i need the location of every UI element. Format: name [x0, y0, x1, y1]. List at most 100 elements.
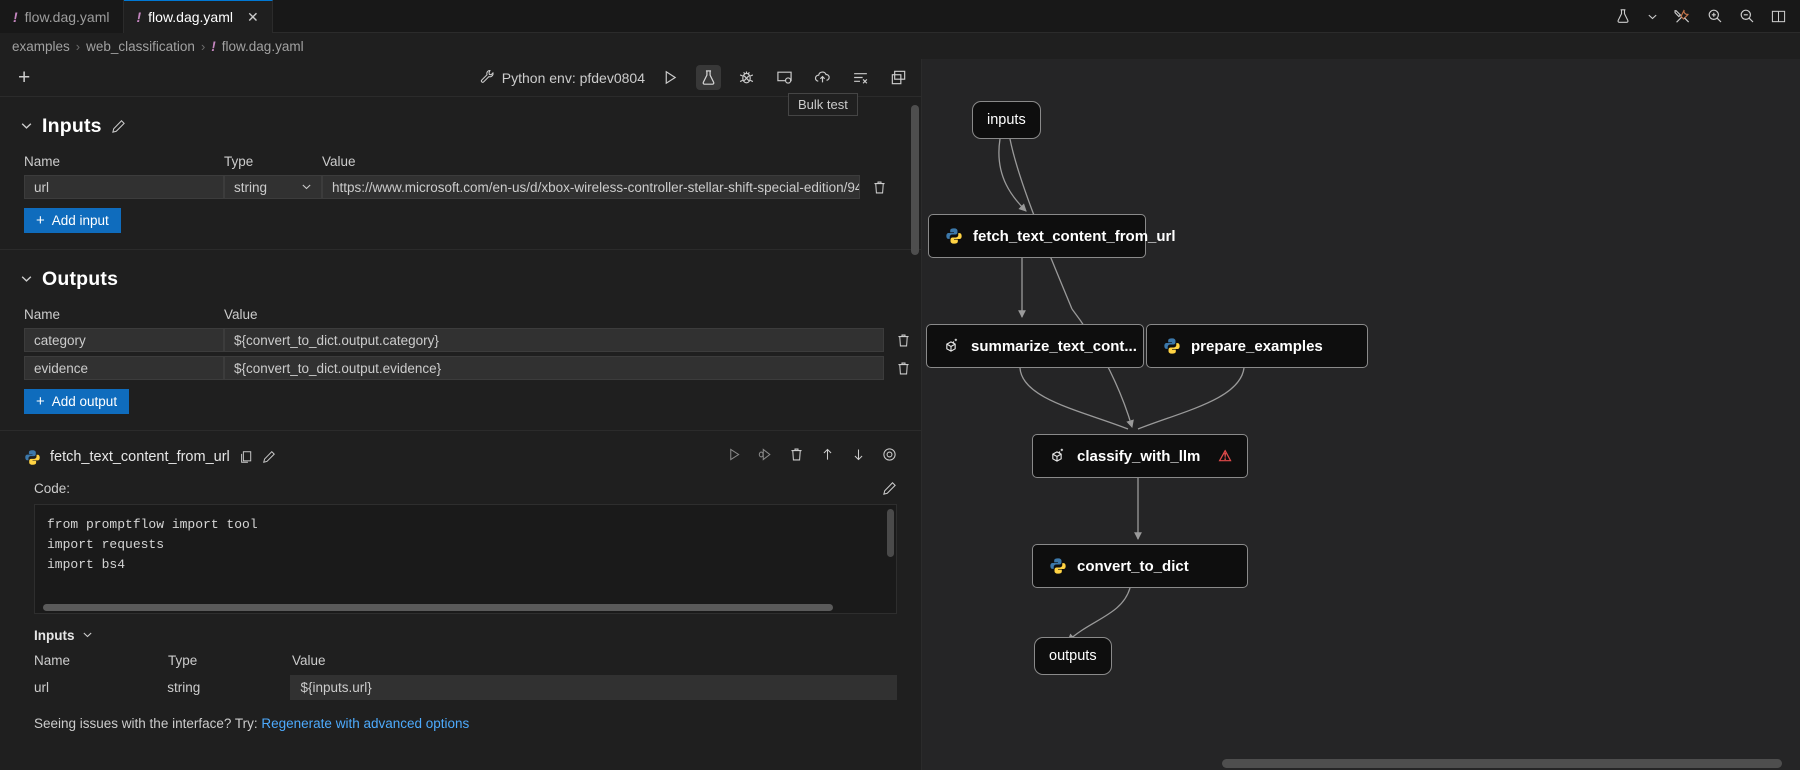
node-inputs-col-type: Type: [168, 653, 292, 668]
code-vertical-scrollbar[interactable]: [887, 509, 894, 557]
input-type-select[interactable]: string: [224, 175, 322, 199]
output-value-field[interactable]: ${convert_to_dict.output.evidence}: [224, 356, 884, 380]
editor-tab-label: flow.dag.yaml: [148, 9, 233, 25]
node-inputs-col-name: Name: [34, 653, 168, 668]
outputs-column-headers: Name Value: [0, 297, 921, 326]
node-inputs-header[interactable]: Inputs: [20, 614, 897, 645]
code-content: from promptflow import tool import reque…: [35, 505, 896, 614]
edit-code-pencil-icon[interactable]: [882, 481, 897, 496]
code-editor[interactable]: from promptflow import tool import reque…: [34, 504, 897, 614]
python-env-selector[interactable]: Python env: pfdev0804: [480, 69, 645, 87]
node-input-value-field[interactable]: ${inputs.url}: [290, 675, 897, 700]
flask-bulk-test-icon[interactable]: [696, 65, 721, 90]
chevron-down-icon[interactable]: [20, 119, 33, 135]
graph-node-fetch-text-content-from-url[interactable]: fetch_text_content_from_url: [928, 214, 1146, 258]
graph-node-classify-with-llm[interactable]: classify_with_llm ⚠: [1032, 434, 1248, 478]
target-icon[interactable]: [882, 447, 897, 467]
cloud-upload-icon[interactable]: [810, 65, 835, 90]
graph-node-label: classify_with_llm: [1077, 448, 1200, 465]
zoom-out-icon[interactable]: [1739, 8, 1755, 24]
edit-pencil-icon[interactable]: [262, 450, 276, 464]
add-node-button[interactable]: +: [10, 67, 38, 88]
input-name-field[interactable]: url: [24, 175, 224, 199]
run-icon[interactable]: [658, 65, 683, 90]
clear-output-icon[interactable]: [848, 65, 873, 90]
node-detail-card: fetch_text_content_from_url: [0, 431, 921, 741]
graph-node-label: prepare_examples: [1191, 338, 1323, 355]
debug-icon[interactable]: [734, 65, 759, 90]
input-value-field[interactable]: https://www.microsoft.com/en-us/d/xbox-w…: [322, 175, 860, 199]
split-editor-icon[interactable]: [1771, 9, 1786, 24]
editor-actions: [1601, 0, 1800, 32]
graph-node-outputs[interactable]: outputs: [1034, 637, 1112, 675]
flow-graph-panel[interactable]: inputs fetch_text_content_from_url: [922, 59, 1800, 770]
plus-icon: +: [36, 394, 45, 409]
inputs-row: url string https://www.microsoft.com/en-…: [0, 173, 921, 201]
editor-tab-label: flow.dag.yaml: [25, 9, 110, 25]
editor-tab-active[interactable]: ! flow.dag.yaml ✕: [124, 0, 273, 33]
graph-node-inputs[interactable]: inputs: [972, 101, 1041, 139]
delete-input-icon[interactable]: [872, 180, 887, 195]
graph-horizontal-scrollbar[interactable]: [1222, 759, 1782, 768]
debug-node-icon[interactable]: [758, 447, 773, 467]
copy-icon[interactable]: [239, 450, 253, 464]
warning-icon: ⚠: [1218, 447, 1231, 465]
chevron-down-icon[interactable]: [82, 628, 93, 643]
add-output-label: Add output: [52, 394, 117, 409]
node-detail-title: fetch_text_content_from_url: [50, 449, 230, 465]
graph-node-label: summarize_text_cont...: [971, 338, 1137, 355]
graph-node-convert-to-dict[interactable]: convert_to_dict: [1032, 544, 1248, 588]
screen-icon[interactable]: [772, 65, 797, 90]
breadcrumb-item-web-classification[interactable]: web_classification: [86, 39, 195, 54]
python-env-label: Python env: pfdev0804: [502, 70, 645, 86]
add-output-button[interactable]: + Add output: [24, 389, 129, 414]
breadcrumb-separator: ›: [201, 39, 205, 54]
flow-form-scroll-area: Inputs Name Type Value url string: [0, 97, 921, 770]
delete-output-icon[interactable]: [896, 361, 911, 376]
move-down-icon[interactable]: [851, 447, 866, 467]
flow-toolbar-actions: Python env: pfdev0804: [480, 65, 911, 90]
outputs-section-title: Outputs: [42, 268, 118, 291]
breadcrumb-item-examples[interactable]: examples: [12, 39, 70, 54]
python-icon: [1163, 337, 1181, 355]
output-value-field[interactable]: ${convert_to_dict.output.category}: [224, 328, 884, 352]
edit-pencil-icon[interactable]: [111, 119, 126, 134]
yaml-file-icon: !: [211, 39, 216, 54]
code-horizontal-scrollbar[interactable]: [43, 604, 833, 611]
yaml-file-icon: !: [13, 9, 18, 25]
output-name-field[interactable]: evidence: [24, 356, 224, 380]
graph-node-summarize-text-content[interactable]: summarize_text_cont... ⚠: [926, 324, 1144, 368]
outputs-section-header[interactable]: Outputs: [0, 250, 921, 297]
add-input-button[interactable]: + Add input: [24, 208, 121, 233]
editor-tab-inactive[interactable]: ! flow.dag.yaml: [0, 0, 124, 33]
bulk-test-tooltip: Bulk test: [788, 93, 858, 116]
delete-output-icon[interactable]: [896, 333, 911, 348]
delete-node-icon[interactable]: [789, 447, 804, 467]
zoom-in-icon[interactable]: [1707, 8, 1723, 24]
graph-node-prepare-examples[interactable]: prepare_examples: [1146, 324, 1368, 368]
tools-icon[interactable]: [1674, 8, 1691, 25]
form-panel-scrollbar[interactable]: [911, 105, 919, 255]
node-inputs-column-headers: Name Type Value: [20, 645, 897, 672]
chevron-down-icon[interactable]: [20, 272, 33, 288]
chevron-down-icon[interactable]: [1647, 11, 1658, 22]
close-tab-icon[interactable]: ✕: [247, 10, 259, 24]
outputs-row: evidence ${convert_to_dict.output.eviden…: [0, 354, 921, 382]
breadcrumb-item-file[interactable]: flow.dag.yaml: [222, 39, 304, 54]
breadcrumb-separator: ›: [76, 39, 80, 54]
node-inputs-row: url string ${inputs.url}: [20, 672, 897, 703]
graph-node-label: outputs: [1049, 648, 1097, 664]
python-icon: [1049, 557, 1067, 575]
regenerate-link[interactable]: Regenerate with advanced options: [261, 716, 469, 731]
node-input-type: string: [167, 680, 290, 695]
flask-icon[interactable]: [1615, 8, 1631, 24]
wrench-icon: [480, 69, 495, 87]
inputs-section-header[interactable]: Inputs: [0, 97, 921, 144]
plus-icon: +: [36, 213, 45, 228]
output-name-field[interactable]: category: [24, 328, 224, 352]
llm-icon: [1049, 447, 1067, 465]
run-node-icon[interactable]: [727, 447, 742, 467]
move-up-icon[interactable]: [820, 447, 835, 467]
inputs-col-name: Name: [24, 154, 224, 169]
layout-icon[interactable]: [886, 65, 911, 90]
